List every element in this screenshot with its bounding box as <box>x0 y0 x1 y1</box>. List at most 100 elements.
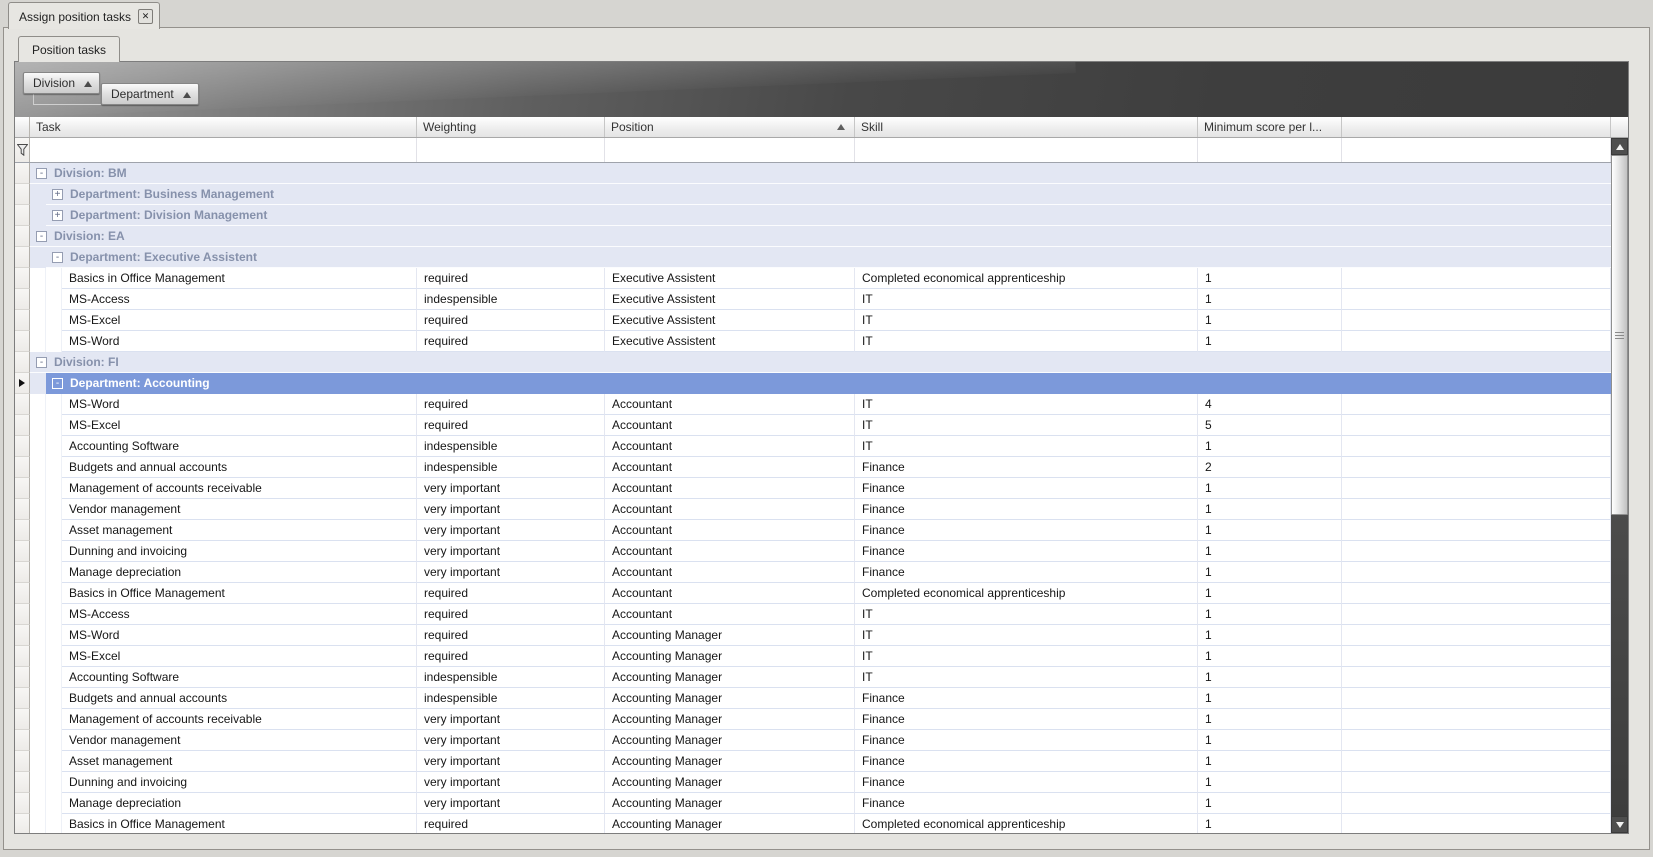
collapse-group-icon[interactable]: - <box>36 168 47 179</box>
cell-weighting[interactable]: required <box>417 583 605 604</box>
cell-empty[interactable] <box>1342 499 1611 520</box>
cell-task[interactable]: Management of accounts receivable <box>62 709 417 730</box>
cell-skill[interactable]: IT <box>855 625 1198 646</box>
vertical-scrollbar[interactable] <box>1611 138 1628 833</box>
table-row[interactable]: Manage depreciationvery importantAccount… <box>15 562 1611 583</box>
row-indicator-cell[interactable] <box>15 415 30 436</box>
cell-skill[interactable]: Finance <box>855 520 1198 541</box>
cell-position[interactable]: Accountant <box>605 457 855 478</box>
cell-empty[interactable] <box>1342 331 1611 352</box>
cell-weighting[interactable]: indespensible <box>417 688 605 709</box>
cell-task[interactable]: Basics in Office Management <box>62 268 417 289</box>
cell-weighting[interactable]: required <box>417 268 605 289</box>
row-indicator-cell[interactable] <box>15 373 30 394</box>
cell-weighting[interactable]: very important <box>417 793 605 814</box>
cell-position[interactable]: Accounting Manager <box>605 688 855 709</box>
column-header-task[interactable]: Task <box>30 117 417 137</box>
cell-min-score[interactable]: 1 <box>1198 331 1342 352</box>
column-header-min_score[interactable]: Minimum score per l... <box>1198 117 1342 137</box>
cell-min-score[interactable]: 4 <box>1198 394 1342 415</box>
cell-weighting[interactable]: very important <box>417 709 605 730</box>
cell-position[interactable]: Accountant <box>605 478 855 499</box>
cell-skill[interactable]: IT <box>855 646 1198 667</box>
cell-skill[interactable]: IT <box>855 415 1198 436</box>
row-indicator-cell[interactable] <box>15 646 30 667</box>
cell-skill[interactable]: Finance <box>855 772 1198 793</box>
cell-task[interactable]: Manage depreciation <box>62 562 417 583</box>
group-row[interactable]: -Department: Executive Assistent <box>15 247 1611 268</box>
group-button-division[interactable]: Division <box>23 72 100 94</box>
row-indicator-cell[interactable] <box>15 499 30 520</box>
cell-position[interactable]: Executive Assistent <box>605 310 855 331</box>
cell-weighting[interactable]: required <box>417 604 605 625</box>
cell-task[interactable]: MS-Word <box>62 625 417 646</box>
filter-cell-skill[interactable] <box>855 138 1198 162</box>
cell-task[interactable]: MS-Excel <box>62 310 417 331</box>
cell-min-score[interactable]: 1 <box>1198 520 1342 541</box>
cell-min-score[interactable]: 1 <box>1198 793 1342 814</box>
row-indicator-cell[interactable] <box>15 520 30 541</box>
cell-min-score[interactable]: 1 <box>1198 478 1342 499</box>
cell-task[interactable]: Dunning and invoicing <box>62 772 417 793</box>
cell-weighting[interactable]: indespensible <box>417 436 605 457</box>
cell-empty[interactable] <box>1342 436 1611 457</box>
row-indicator-cell[interactable] <box>15 478 30 499</box>
cell-position[interactable]: Accountant <box>605 583 855 604</box>
cell-task[interactable]: MS-Word <box>62 394 417 415</box>
cell-skill[interactable]: Completed economical apprenticeship <box>855 814 1198 833</box>
table-row[interactable]: Vendor managementvery importantAccountin… <box>15 730 1611 751</box>
cell-task[interactable]: MS-Excel <box>62 415 417 436</box>
table-row[interactable]: Management of accounts receivablevery im… <box>15 478 1611 499</box>
cell-empty[interactable] <box>1342 541 1611 562</box>
row-indicator-cell[interactable] <box>15 667 30 688</box>
column-header-position[interactable]: Position <box>605 117 855 137</box>
cell-min-score[interactable]: 1 <box>1198 604 1342 625</box>
table-row[interactable]: Basics in Office ManagementrequiredAccou… <box>15 814 1611 833</box>
cell-min-score[interactable]: 1 <box>1198 499 1342 520</box>
row-indicator-cell[interactable] <box>15 457 30 478</box>
cell-task[interactable]: Asset management <box>62 520 417 541</box>
cell-empty[interactable] <box>1342 688 1611 709</box>
cell-skill[interactable]: IT <box>855 331 1198 352</box>
cell-skill[interactable]: IT <box>855 436 1198 457</box>
row-indicator-cell[interactable] <box>15 436 30 457</box>
cell-min-score[interactable]: 1 <box>1198 562 1342 583</box>
cell-min-score[interactable]: 1 <box>1198 709 1342 730</box>
cell-position[interactable]: Accounting Manager <box>605 730 855 751</box>
cell-task[interactable]: Accounting Software <box>62 667 417 688</box>
cell-empty[interactable] <box>1342 415 1611 436</box>
cell-empty[interactable] <box>1342 793 1611 814</box>
row-indicator-cell[interactable] <box>15 289 30 310</box>
cell-min-score[interactable]: 1 <box>1198 583 1342 604</box>
cell-weighting[interactable]: indespensible <box>417 289 605 310</box>
table-row[interactable]: Basics in Office ManagementrequiredExecu… <box>15 268 1611 289</box>
cell-task[interactable]: Basics in Office Management <box>62 814 417 833</box>
row-indicator-cell[interactable] <box>15 604 30 625</box>
cell-empty[interactable] <box>1342 730 1611 751</box>
cell-weighting[interactable]: required <box>417 646 605 667</box>
filter-cell-min_score[interactable] <box>1198 138 1342 162</box>
group-button-department[interactable]: Department <box>101 83 199 105</box>
cell-position[interactable]: Accounting Manager <box>605 772 855 793</box>
row-indicator-cell[interactable] <box>15 751 30 772</box>
cell-weighting[interactable]: very important <box>417 751 605 772</box>
cell-weighting[interactable]: required <box>417 415 605 436</box>
cell-task[interactable]: MS-Access <box>62 289 417 310</box>
collapse-group-icon[interactable]: - <box>36 357 47 368</box>
cell-weighting[interactable]: indespensible <box>417 457 605 478</box>
cell-weighting[interactable]: very important <box>417 478 605 499</box>
cell-min-score[interactable]: 1 <box>1198 436 1342 457</box>
department-group-row-band[interactable]: -Department: Executive Assistent <box>46 247 1611 268</box>
cell-skill[interactable]: Finance <box>855 457 1198 478</box>
cell-position[interactable]: Accountant <box>605 436 855 457</box>
row-indicator-cell[interactable] <box>15 814 30 833</box>
cell-min-score[interactable]: 1 <box>1198 730 1342 751</box>
tab-close-icon[interactable]: ✕ <box>138 9 153 24</box>
filter-cell-empty[interactable] <box>1342 138 1611 162</box>
cell-task[interactable]: Basics in Office Management <box>62 583 417 604</box>
table-row[interactable]: MS-WordrequiredExecutive AssistentIT1 <box>15 331 1611 352</box>
cell-min-score[interactable]: 2 <box>1198 457 1342 478</box>
cell-skill[interactable]: IT <box>855 289 1198 310</box>
cell-position[interactable]: Accounting Manager <box>605 751 855 772</box>
cell-task[interactable]: Budgets and annual accounts <box>62 688 417 709</box>
